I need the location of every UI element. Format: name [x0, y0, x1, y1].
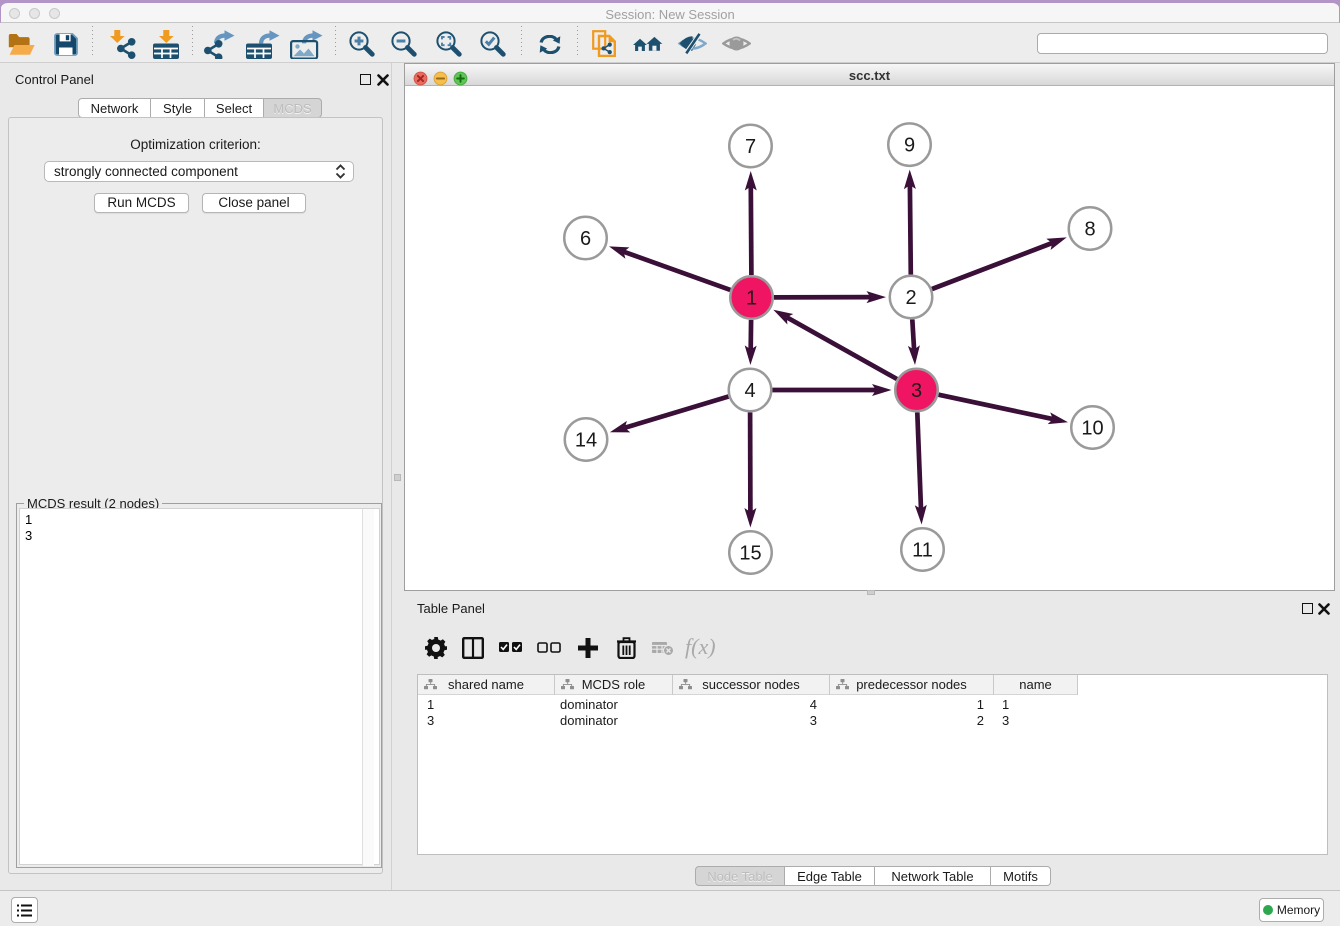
- svg-text:1: 1: [746, 288, 757, 310]
- svg-text:6: 6: [580, 228, 591, 250]
- svg-text:14: 14: [575, 430, 597, 452]
- svg-text:8: 8: [1084, 219, 1095, 241]
- svg-text:9: 9: [904, 135, 915, 157]
- svg-text:4: 4: [744, 380, 755, 402]
- svg-text:10: 10: [1081, 418, 1103, 440]
- svg-text:11: 11: [912, 540, 933, 562]
- svg-text:7: 7: [745, 136, 756, 158]
- svg-text:3: 3: [911, 380, 922, 402]
- svg-text:2: 2: [905, 287, 916, 309]
- svg-text:15: 15: [739, 543, 761, 565]
